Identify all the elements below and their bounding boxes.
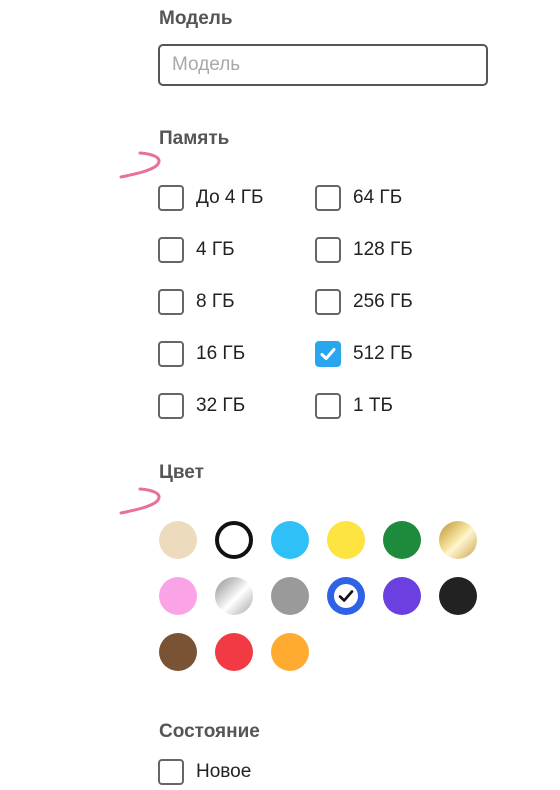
memory-option-2[interactable]: 8 ГБ [158, 289, 235, 315]
checkbox-label: До 4 ГБ [196, 187, 264, 208]
color-swatch-pink[interactable] [159, 577, 197, 615]
memory-section-title: Память [159, 128, 230, 149]
color-swatch-blue[interactable] [327, 577, 365, 615]
checkbox[interactable] [158, 237, 184, 263]
checkbox-label: 512 ГБ [353, 343, 413, 364]
condition-section-title: Состояние [159, 721, 260, 742]
checkbox[interactable] [158, 289, 184, 315]
checkbox-label: 256 ГБ [353, 291, 413, 312]
memory-option-9[interactable]: 1 ТБ [315, 393, 393, 419]
color-swatch-white[interactable] [215, 521, 253, 559]
checkbox[interactable] [158, 341, 184, 367]
memory-option-5[interactable]: 64 ГБ [315, 185, 402, 211]
pen-scribble-mark [119, 151, 161, 179]
pen-scribble-mark [119, 487, 161, 515]
color-swatch-black[interactable] [439, 577, 477, 615]
selected-check-icon [327, 577, 365, 615]
checkbox-checked[interactable] [315, 341, 341, 367]
color-swatch-brown[interactable] [159, 633, 197, 671]
color-swatch-light-blue[interactable] [271, 521, 309, 559]
checkbox[interactable] [158, 393, 184, 419]
checkbox-label: Новое [196, 761, 252, 782]
color-swatch-green[interactable] [383, 521, 421, 559]
memory-option-1[interactable]: 4 ГБ [158, 237, 235, 263]
checkbox-label: 4 ГБ [196, 239, 235, 260]
checkbox-label: 16 ГБ [196, 343, 246, 364]
checkbox[interactable] [158, 759, 184, 785]
memory-option-6[interactable]: 128 ГБ [315, 237, 413, 263]
color-swatch-gray[interactable] [271, 577, 309, 615]
checkmark-icon [319, 345, 337, 363]
checkbox-label: 32 ГБ [196, 395, 246, 416]
memory-option-4[interactable]: 32 ГБ [158, 393, 245, 419]
color-swatch-red[interactable] [215, 633, 253, 671]
checkbox[interactable] [158, 185, 184, 211]
condition-option-0[interactable]: Новое [158, 759, 251, 785]
checkbox[interactable] [315, 185, 341, 211]
color-swatch-purple[interactable] [383, 577, 421, 615]
checkbox[interactable] [315, 289, 341, 315]
memory-option-0[interactable]: До 4 ГБ [158, 185, 264, 211]
model-input[interactable] [158, 44, 488, 86]
color-swatch-beige[interactable] [159, 521, 197, 559]
checkbox[interactable] [315, 237, 341, 263]
memory-option-3[interactable]: 16 ГБ [158, 341, 245, 367]
color-swatch-silver[interactable] [215, 577, 253, 615]
color-swatch-gold[interactable] [439, 521, 477, 559]
memory-option-8[interactable]: 512 ГБ [315, 341, 413, 367]
filter-panel: Модель Память До 4 ГБ 4 ГБ 8 ГБ 16 ГБ 32 ГБ 6… [0, 0, 560, 790]
color-swatch-orange[interactable] [271, 633, 309, 671]
memory-option-7[interactable]: 256 ГБ [315, 289, 413, 315]
color-section-title: Цвет [159, 462, 204, 483]
checkbox-label: 64 ГБ [353, 187, 403, 208]
checkbox[interactable] [315, 393, 341, 419]
color-swatch-yellow[interactable] [327, 521, 365, 559]
checkbox-label: 1 ТБ [353, 395, 393, 416]
model-section-title: Модель [159, 8, 233, 29]
checkbox-label: 128 ГБ [353, 239, 413, 260]
checkbox-label: 8 ГБ [196, 291, 235, 312]
